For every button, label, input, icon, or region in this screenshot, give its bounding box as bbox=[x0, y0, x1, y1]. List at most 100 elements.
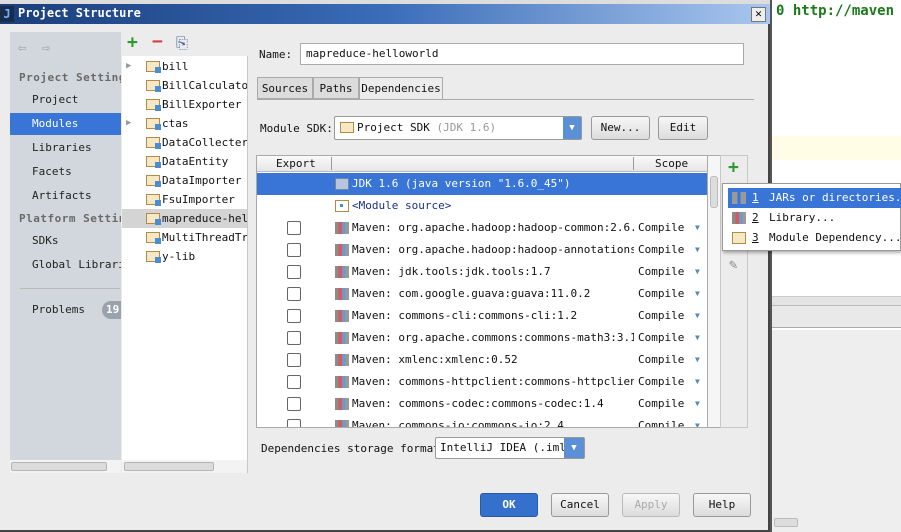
tree-item[interactable]: y-lib bbox=[122, 247, 247, 266]
add-module-icon[interactable]: + bbox=[127, 32, 138, 53]
scope-select[interactable]: Compile bbox=[638, 393, 684, 415]
dependency-row[interactable]: Maven: commons-codec:commons-codec:1.4 Co… bbox=[257, 393, 707, 415]
scope-column-header[interactable]: Scope bbox=[655, 157, 688, 170]
nav-item-libraries[interactable]: Libraries bbox=[10, 137, 121, 159]
dependency-row[interactable]: <Module source> bbox=[257, 195, 707, 217]
export-checkbox[interactable] bbox=[287, 419, 301, 427]
scope-select[interactable]: Compile bbox=[638, 239, 684, 261]
scope-select[interactable]: Compile bbox=[638, 415, 684, 427]
dependency-row[interactable]: Maven: org.apache.hadoop:hadoop-common:2… bbox=[257, 217, 707, 239]
chevron-down-icon[interactable]: ▼ bbox=[695, 371, 700, 393]
export-checkbox[interactable] bbox=[287, 397, 301, 411]
menu-item-library[interactable]: 2 Library... bbox=[728, 208, 901, 228]
scope-select[interactable]: Compile bbox=[638, 217, 684, 239]
export-checkbox[interactable] bbox=[287, 309, 301, 323]
export-checkbox[interactable] bbox=[287, 221, 301, 235]
dependency-row[interactable]: Maven: jdk.tools:jdk.tools:1.7 Compile ▼ bbox=[257, 261, 707, 283]
export-checkbox[interactable] bbox=[287, 353, 301, 367]
title-bar[interactable]: J Project Structure ✕ bbox=[0, 4, 770, 24]
chevron-down-icon[interactable]: ▼ bbox=[695, 283, 700, 305]
tab-paths[interactable]: Paths bbox=[313, 77, 359, 99]
chevron-down-icon[interactable]: ▼ bbox=[695, 415, 700, 427]
nav-hscroll-thumb[interactable] bbox=[11, 462, 107, 471]
expand-arrow-icon[interactable]: ▶ bbox=[126, 114, 131, 133]
forward-arrow-icon[interactable]: ⇨ bbox=[42, 40, 50, 56]
tree-item[interactable]: DataImporter bbox=[122, 171, 247, 190]
remove-module-icon[interactable]: − bbox=[152, 31, 163, 52]
scope-select[interactable]: Compile bbox=[638, 349, 684, 371]
chevron-down-icon[interactable]: ▼ bbox=[695, 327, 700, 349]
jdk-icon bbox=[335, 178, 349, 190]
editor-toolbar bbox=[772, 306, 901, 328]
scope-select[interactable]: Compile bbox=[638, 327, 684, 349]
deps-vscrollbar[interactable] bbox=[708, 155, 720, 428]
chevron-down-icon[interactable]: ▼ bbox=[695, 261, 700, 283]
expand-arrow-icon[interactable]: ▶ bbox=[126, 57, 131, 76]
menu-item-module-dependency[interactable]: 3 Module Dependency... bbox=[728, 228, 901, 248]
tree-item[interactable]: BillExporter bbox=[122, 95, 247, 114]
export-checkbox[interactable] bbox=[287, 243, 301, 257]
chevron-down-icon[interactable]: ▼ bbox=[695, 239, 700, 261]
help-button[interactable]: Help bbox=[693, 493, 751, 517]
tree-item[interactable]: MultiThreadTransfer bbox=[122, 228, 247, 247]
storage-format-combo[interactable]: IntelliJ IDEA (.iml) ▼ bbox=[435, 437, 585, 459]
edit-dependency-icon[interactable]: ✎ bbox=[729, 257, 737, 273]
export-checkbox[interactable] bbox=[287, 331, 301, 345]
chevron-down-icon[interactable]: ▼ bbox=[695, 305, 700, 327]
tree-item[interactable]: BillCalculator bbox=[122, 76, 247, 95]
dependency-row[interactable]: Maven: commons-io:commons-io:2.4 Compile ▼ bbox=[257, 415, 707, 427]
module-name-input[interactable]: mapreduce-helloworld bbox=[300, 43, 744, 65]
menu-item-jars[interactable]: 1 JARs or directories... bbox=[728, 188, 901, 208]
module-sdk-combo[interactable]: Project SDK (JDK 1.6) ▼ bbox=[334, 116, 582, 140]
export-column-header[interactable]: Export bbox=[276, 157, 316, 170]
dependency-row[interactable]: Maven: com.google.guava:guava:11.0.2 Comp… bbox=[257, 283, 707, 305]
scope-select[interactable]: Compile bbox=[638, 371, 684, 393]
export-checkbox[interactable] bbox=[287, 375, 301, 389]
library-icon bbox=[335, 266, 349, 278]
tree-item[interactable]: DataCollecter bbox=[122, 133, 247, 152]
edit-sdk-button[interactable]: Edit bbox=[658, 116, 708, 140]
tree-item[interactable]: ▶ bill bbox=[122, 57, 247, 76]
nav-item-facets[interactable]: Facets bbox=[10, 161, 121, 183]
deps-vscroll-thumb[interactable] bbox=[710, 176, 718, 208]
back-arrow-icon[interactable]: ⇦ bbox=[18, 40, 26, 56]
apply-button[interactable]: Apply bbox=[622, 493, 680, 517]
tree-hscrollbar[interactable] bbox=[122, 460, 248, 473]
chevron-down-icon[interactable]: ▼ bbox=[563, 117, 581, 139]
dependency-row[interactable]: Maven: org.apache.commons:commons-math3:… bbox=[257, 327, 707, 349]
chevron-down-icon[interactable]: ▼ bbox=[564, 438, 584, 458]
scope-select[interactable]: Compile bbox=[638, 261, 684, 283]
nav-item-modules[interactable]: Modules bbox=[10, 113, 121, 135]
chevron-down-icon[interactable]: ▼ bbox=[695, 217, 700, 239]
nav-item-artifacts[interactable]: Artifacts bbox=[10, 185, 121, 207]
tree-item-selected[interactable]: mapreduce-helloworld bbox=[122, 209, 247, 228]
cancel-button[interactable]: Cancel bbox=[551, 493, 609, 517]
add-dependency-icon[interactable]: + bbox=[728, 157, 739, 178]
tree-item[interactable]: FsuImporter bbox=[122, 190, 247, 209]
nav-item-sdks[interactable]: SDKs bbox=[10, 230, 121, 252]
export-checkbox[interactable] bbox=[287, 265, 301, 279]
dependency-row[interactable]: JDK 1.6 (java version "1.6.0_45") bbox=[257, 173, 707, 195]
nav-item-global-libraries[interactable]: Global Libraries bbox=[10, 254, 121, 276]
ok-button[interactable]: OK bbox=[480, 493, 538, 517]
close-button[interactable]: ✕ bbox=[751, 7, 766, 22]
chevron-down-icon[interactable]: ▼ bbox=[695, 349, 700, 371]
new-sdk-button[interactable]: New... bbox=[591, 116, 650, 140]
tree-item[interactable]: DataEntity bbox=[122, 152, 247, 171]
dependency-row[interactable]: Maven: commons-httpclient:commons-httpcl… bbox=[257, 371, 707, 393]
dependency-row[interactable]: Maven: xmlenc:xmlenc:0.52 Compile ▼ bbox=[257, 349, 707, 371]
nav-item-project[interactable]: Project bbox=[10, 89, 121, 111]
dependency-row[interactable]: Maven: org.apache.hadoop:hadoop-annotati… bbox=[257, 239, 707, 261]
scope-select[interactable]: Compile bbox=[638, 305, 684, 327]
tree-hscroll-thumb[interactable] bbox=[124, 462, 214, 471]
copy-module-icon[interactable]: ⎘ bbox=[176, 34, 188, 52]
tab-dependencies[interactable]: Dependencies bbox=[359, 77, 443, 100]
chevron-down-icon[interactable]: ▼ bbox=[695, 393, 700, 415]
nav-hscrollbar[interactable] bbox=[10, 460, 121, 473]
editor-hscrollbar[interactable] bbox=[774, 518, 798, 527]
dependency-row[interactable]: Maven: commons-cli:commons-cli:1.2 Compil… bbox=[257, 305, 707, 327]
tab-sources[interactable]: Sources bbox=[257, 77, 313, 99]
scope-select[interactable]: Compile bbox=[638, 283, 684, 305]
tree-item[interactable]: ▶ ctas bbox=[122, 114, 247, 133]
export-checkbox[interactable] bbox=[287, 287, 301, 301]
